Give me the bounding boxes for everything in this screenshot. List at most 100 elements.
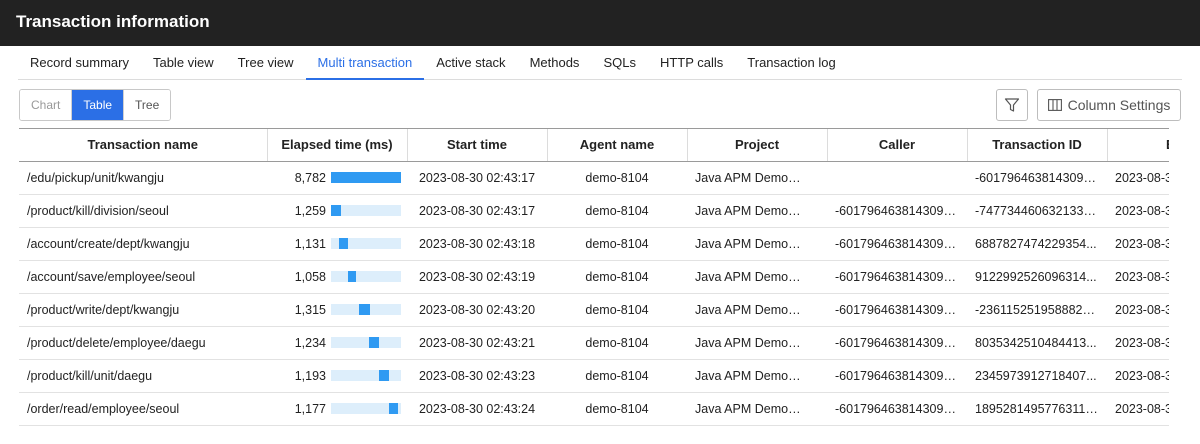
- elapsed-bar-track: [331, 271, 401, 282]
- elapsed-time-cell: 1,259: [267, 194, 407, 228]
- elapsed-time-cell: 1,315: [267, 293, 407, 327]
- end-time-cell: 2023-08-3: [1107, 293, 1169, 327]
- agent-name-cell: demo-8104: [547, 161, 687, 195]
- tab-tree-view[interactable]: Tree view: [226, 46, 306, 80]
- agent-name-cell: demo-8104: [547, 326, 687, 360]
- table-header-row: Transaction name Elapsed time (ms) Start…: [19, 129, 1169, 162]
- project-cell: Java APM Demo 5490: [687, 260, 827, 294]
- tab-multi-transaction[interactable]: Multi transaction: [305, 46, 425, 80]
- column-header-transaction-id[interactable]: Transaction ID: [967, 129, 1108, 162]
- tab-active-stack[interactable]: Active stack: [424, 46, 517, 80]
- project-cell: Java APM Demo 5490: [687, 227, 827, 261]
- elapsed-time-cell: 1,131: [267, 227, 407, 261]
- project-name: Java APM Demo: [695, 302, 789, 317]
- transaction-table: Transaction name Elapsed time (ms) Start…: [19, 128, 1169, 428]
- end-time-cell: 2023-08-3: [1107, 161, 1169, 195]
- caller-cell: -6017964638143090...: [827, 260, 967, 294]
- tab-bar: Record summary Table view Tree view Multi t…: [18, 46, 1182, 80]
- column-settings-button[interactable]: Column Settings: [1037, 89, 1181, 121]
- tab-table-view[interactable]: Table view: [141, 46, 226, 80]
- elapsed-bar-fill: [331, 205, 341, 216]
- caller-cell: [827, 161, 967, 195]
- table-row[interactable]: /order/read/employee/seoul 1,177 2023-08-3…: [19, 392, 1169, 426]
- elapsed-bar-track: [331, 370, 401, 381]
- project-cell: Java APM Demo 5490: [687, 326, 827, 360]
- agent-name-cell: demo-8104: [547, 260, 687, 294]
- tab-http-calls[interactable]: HTTP calls: [648, 46, 735, 80]
- end-time-cell: 2023-08-3: [1107, 326, 1169, 360]
- start-time-cell: 2023-08-30 02:43:18: [407, 227, 547, 261]
- elapsed-bar-track: [331, 238, 401, 249]
- start-time-cell: 2023-08-30 02:43:24: [407, 392, 547, 426]
- tab-sqls[interactable]: SQLs: [591, 46, 648, 80]
- table-row[interactable]: /product/kill/division/seoul 1,259 2023-08…: [19, 194, 1169, 228]
- column-header-start-time[interactable]: Start time: [407, 129, 548, 162]
- transaction-name-cell[interactable]: /product/kill/unit/daegu: [19, 359, 267, 393]
- project-name: Java APM Demo: [695, 401, 789, 416]
- project-name: Java APM Demo: [695, 335, 789, 350]
- end-time-cell: 2023-08-3: [1107, 227, 1169, 261]
- start-time-cell: 2023-08-30 02:43:19: [407, 260, 547, 294]
- end-time-cell: 2023-08-3: [1107, 359, 1169, 393]
- elapsed-time-cell: 1,193: [267, 359, 407, 393]
- transaction-name-cell[interactable]: /product/kill/division/seoul: [19, 194, 267, 228]
- view-tree-button[interactable]: Tree: [124, 90, 171, 120]
- elapsed-bar-track: [331, 304, 401, 315]
- elapsed-value: 1,259: [294, 203, 326, 218]
- caller-cell: -6017964638143090...: [827, 359, 967, 393]
- elapsed-value: 1,177: [294, 401, 326, 416]
- column-header-elapsed-time[interactable]: Elapsed time (ms): [267, 129, 408, 162]
- end-time-cell: 2023-08-3: [1107, 392, 1169, 426]
- view-chart-button[interactable]: Chart: [20, 90, 73, 120]
- elapsed-bar-track: [331, 337, 401, 348]
- transaction-name-cell[interactable]: /account/save/employee/seoul: [19, 260, 267, 294]
- tab-transaction-log[interactable]: Transaction log: [735, 46, 847, 80]
- agent-name-cell: demo-8104: [547, 227, 687, 261]
- elapsed-value: 1,131: [294, 236, 326, 251]
- transaction-name-cell[interactable]: /product/write/dept/kwangju: [19, 293, 267, 327]
- transaction-id-cell: 2345973912718407...: [967, 359, 1107, 393]
- tab-methods[interactable]: Methods: [518, 46, 592, 80]
- elapsed-bar-fill: [369, 337, 379, 348]
- transaction-name-cell[interactable]: /edu/pickup/unit/kwangju: [19, 161, 267, 195]
- elapsed-bar-track: [331, 403, 401, 414]
- project-name: Java APM Demo: [695, 236, 789, 251]
- transaction-id-cell: 6887827474229354...: [967, 227, 1107, 261]
- table-row[interactable]: /edu/pickup/unit/kwangju 8,782 2023-08-30 …: [19, 161, 1169, 195]
- elapsed-bar-track: [331, 205, 401, 216]
- column-header-project[interactable]: Project: [687, 129, 828, 162]
- agent-name-cell: demo-8104: [547, 392, 687, 426]
- transaction-name-cell[interactable]: /account/create/dept/kwangju: [19, 227, 267, 261]
- view-table-button[interactable]: Table: [72, 90, 125, 120]
- elapsed-bar-fill: [379, 370, 389, 381]
- elapsed-value: 1,315: [294, 302, 326, 317]
- table-row[interactable]: /product/kill/unit/daegu 1,193 2023-08-30 …: [19, 359, 1169, 393]
- transaction-name-cell[interactable]: /product/delete/employee/daegu: [19, 326, 267, 360]
- elapsed-value: 1,058: [294, 269, 326, 284]
- column-header-end[interactable]: End: [1107, 129, 1169, 162]
- column-header-agent-name[interactable]: Agent name: [547, 129, 688, 162]
- column-settings-label: Column Settings: [1067, 97, 1171, 113]
- filter-button[interactable]: [996, 89, 1028, 121]
- project-name: Java APM Demo: [695, 368, 789, 383]
- table-row[interactable]: /account/save/employee/seoul 1,058 2023-08…: [19, 260, 1169, 294]
- tab-record-summary[interactable]: Record summary: [18, 46, 141, 80]
- start-time-cell: 2023-08-30 02:43:17: [407, 194, 547, 228]
- table-row[interactable]: /product/delete/employee/daegu 1,234 2023-…: [19, 326, 1169, 360]
- transaction-id-cell: 189528149577631139: [967, 392, 1107, 426]
- transaction-name-cell[interactable]: /order/read/employee/seoul: [19, 392, 267, 426]
- start-time-cell: 2023-08-30 02:43:21: [407, 326, 547, 360]
- column-header-transaction-name[interactable]: Transaction name: [19, 129, 268, 162]
- transaction-id-cell: -7477344606321332...: [967, 194, 1107, 228]
- table-row[interactable]: /product/write/dept/kwangju 1,315 2023-08-…: [19, 293, 1169, 327]
- columns-icon: [1047, 99, 1062, 111]
- elapsed-time-cell: 1,177: [267, 392, 407, 426]
- column-header-caller[interactable]: Caller: [827, 129, 968, 162]
- project-cell: Java APM Demo 5490: [687, 359, 827, 393]
- start-time-cell: 2023-08-30 02:43:20: [407, 293, 547, 327]
- project-cell: Java APM Demo 5490: [687, 293, 827, 327]
- caller-cell: -6017964638143090...: [827, 227, 967, 261]
- project-cell: Java APM Demo 5490: [687, 392, 827, 426]
- elapsed-bar-fill: [389, 403, 399, 414]
- table-row[interactable]: /account/create/dept/kwangju 1,131 2023-08…: [19, 227, 1169, 261]
